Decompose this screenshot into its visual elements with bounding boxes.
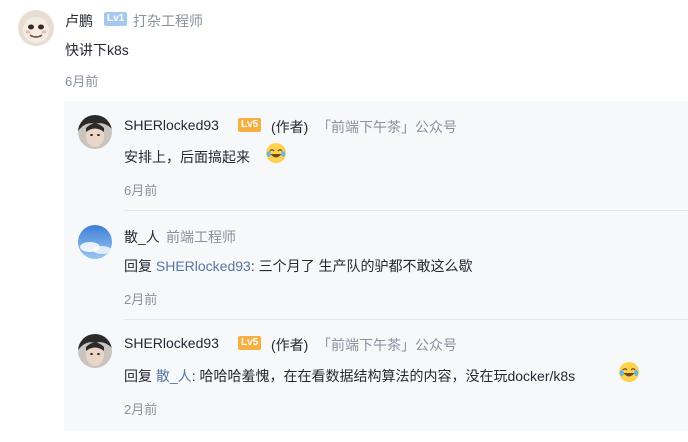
comment-author[interactable]: 卢鹏 [65,11,93,31]
reply-time: 2月前 [124,292,158,307]
reply-text: 安排上，后面搞起来 [124,149,250,165]
reply-author[interactable]: 散_人 [124,227,160,247]
comment-text: 快讲下k8s [65,42,129,58]
user-title: 前端工程师 [166,229,236,245]
reply-time: 6月前 [124,183,158,198]
user-title: 打杂工程师 [133,13,203,29]
reply-author[interactable]: SHERlocked93 [124,117,219,133]
author-org: 「前端下午茶」公众号 [317,119,457,135]
author-tag: (作者) [271,337,309,353]
reply-to-link[interactable]: 散_人 [156,368,192,384]
level-badge: Lv5 [238,118,262,132]
author-tag: (作者) [271,119,309,135]
avatar[interactable] [78,115,112,149]
divider [124,210,688,211]
avatar[interactable] [78,225,112,259]
reply-body: : 三个月了 生产队的驴都不敢这么歇 [250,258,473,274]
reply-author[interactable]: SHERlocked93 [124,335,219,351]
reply-prefix: 回复 [124,368,152,384]
laughing-tears-icon [619,362,639,382]
reply-text: 回复 散_人: 哈哈哈羞愧，在在看数据结构算法的内容，没在玩docker/k8s [124,366,575,386]
reply-text: 回复 SHERlocked93: 三个月了 生产队的驴都不敢这么歇 [124,256,473,276]
avatar[interactable] [78,334,112,368]
reply-to-link[interactable]: SHERlocked93 [156,258,251,274]
avatar[interactable] [18,10,54,46]
reply-time: 2月前 [124,402,158,417]
reply-prefix: 回复 [124,258,152,274]
level-badge: Lv1 [104,12,128,26]
level-badge: Lv5 [238,336,262,350]
author-org: 「前端下午茶」公众号 [317,337,457,353]
reply-body: : 哈哈哈羞愧，在在看数据结构算法的内容，没在玩docker/k8s [191,368,576,384]
comment-time: 6月前 [65,74,99,89]
laughing-tears-icon [266,143,286,163]
divider [124,319,688,320]
